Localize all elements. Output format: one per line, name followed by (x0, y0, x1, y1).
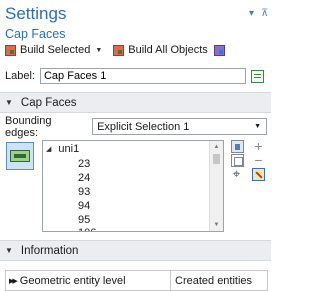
scroll-up-icon[interactable]: ▲ (210, 141, 223, 153)
cap-faces-section-header[interactable]: ▼ Cap Faces (0, 92, 271, 113)
list-item[interactable]: 95 (78, 214, 90, 226)
label-caption: Label: (5, 70, 35, 82)
build-selected-button[interactable]: Build Selected ▼ (5, 44, 113, 56)
remove-from-selection-icon[interactable]: − (252, 153, 265, 167)
expand-rows-icon[interactable]: ▶▶ (9, 277, 18, 285)
list-item[interactable]: 106 (78, 227, 96, 231)
pin-icon[interactable]: ▾ (249, 8, 254, 19)
pin-window-icon[interactable]: ⊼ (261, 8, 268, 19)
vertical-scrollbar[interactable]: ▲ ▼ (209, 141, 223, 231)
build-all-icon (113, 44, 125, 56)
rename-icon[interactable] (250, 69, 264, 83)
scroll-thumb[interactable] (213, 154, 220, 164)
build-selected-label: Build Selected (20, 44, 91, 56)
chevron-down-icon[interactable]: ▼ (95, 47, 102, 54)
build-all-label: Build All Objects (128, 44, 208, 56)
label-input[interactable] (39, 68, 246, 84)
scroll-down-icon[interactable]: ▼ (210, 219, 223, 231)
information-table: ▶▶ Geometric entity level Created entiti… (5, 270, 268, 291)
label-row: Label: (5, 68, 267, 84)
list-item[interactable]: 93 (78, 186, 90, 198)
section-title: Cap Faces (20, 96, 77, 109)
zoom-to-selection-icon[interactable]: ⌖ (230, 167, 243, 181)
column-header-label: Geometric entity level (19, 274, 126, 287)
paste-selection-icon[interactable] (231, 140, 244, 153)
bounding-edges-label: Bounding edges: (5, 114, 52, 139)
chevron-down-icon: ▼ (254, 123, 261, 130)
build-selected-icon (5, 44, 16, 56)
bounding-edges-value: Explicit Selection 1 (97, 120, 190, 133)
section-title: Information (20, 244, 79, 257)
column-header[interactable]: Created entities (171, 271, 267, 290)
selection-list[interactable]: ◢ uni1 23 24 93 94 95 106 ▲ ▼ (42, 140, 224, 232)
list-item[interactable]: 24 (78, 172, 90, 184)
clear-selection-icon[interactable] (252, 168, 265, 181)
build-all-objects-button[interactable]: Build All Objects (113, 44, 228, 56)
bounding-edges-select[interactable]: Explicit Selection 1 ▼ (92, 118, 267, 135)
edge-selection-icon (10, 150, 30, 162)
list-item[interactable]: 94 (78, 200, 90, 212)
window-title: Settings (5, 4, 67, 23)
build-toolbar: Build Selected ▼ Build All Objects (5, 43, 229, 57)
column-header[interactable]: ▶▶ Geometric entity level (6, 271, 171, 290)
column-header-label: Created entities (175, 274, 253, 287)
tree-root-label: uni1 (58, 143, 80, 155)
information-section-header[interactable]: ▼ Information (0, 240, 271, 261)
collapse-triangle-icon: ▼ (5, 246, 13, 255)
node-subtitle: Cap Faces (5, 27, 66, 41)
tree-root[interactable]: ◢ uni1 (46, 143, 79, 155)
list-item[interactable]: 23 (78, 158, 90, 170)
geometry-cube-icon[interactable] (213, 44, 225, 56)
settings-header: Settings ▾ ⊼ Cap Faces Build Selected ▼ … (0, 0, 271, 89)
active-selection-toggle[interactable] (6, 142, 34, 170)
bounding-edges-row: Bounding edges: Explicit Selection 1 ▼ (5, 115, 267, 139)
collapse-triangle-icon: ▼ (5, 98, 13, 107)
expand-triangle-icon[interactable]: ◢ (46, 145, 51, 153)
